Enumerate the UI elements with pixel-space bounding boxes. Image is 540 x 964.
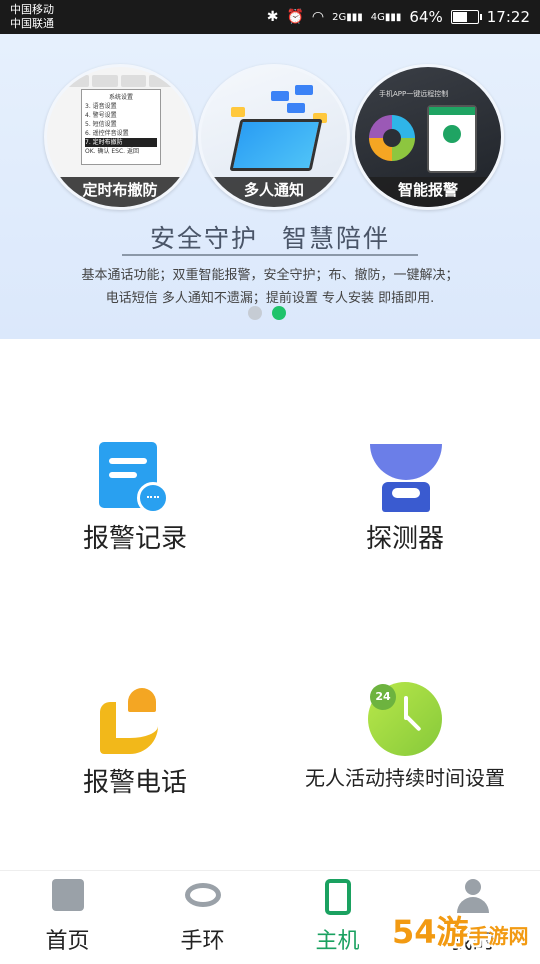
carrier-1: 中国移动 <box>10 3 54 16</box>
banner-description-1: 基本通话功能；双重智能报警，安全守护；布、撤防，一键解决； <box>81 268 459 283</box>
banner-circle-alarm[interactable]: 手机APP一键远程控制 智能报警 <box>352 64 504 210</box>
tile-label: 报警记录 <box>82 524 187 554</box>
app-tagline: 手机APP一键远程控制 <box>379 90 449 98</box>
network-4g-label: 4G <box>370 11 385 23</box>
message-icon <box>287 103 305 113</box>
document-chat-icon <box>99 442 169 514</box>
promo-banner[interactable]: 系统设置 3. 语音设置 4. 警号设置 5. 短信设置 6. 遥控伴音设置 7… <box>0 34 540 339</box>
nav-label: 首页 <box>45 929 90 954</box>
nav-wristband[interactable]: 手环 <box>135 871 270 961</box>
banner-description-2: 电话短信 多人通知不遗漏；提前设置 专人安装 即插即用. <box>105 291 435 306</box>
alarm-records-tile[interactable]: 报警记录 <box>0 420 270 620</box>
banner-slogan: 安全守护 智慧陪伴 <box>0 219 540 255</box>
keypad-graphic <box>63 75 175 87</box>
alarm-clock-icon: ⏰ <box>286 9 304 25</box>
detector-tile[interactable]: 探测器 <box>270 420 540 620</box>
banner-circle-schedule[interactable]: 系统设置 3. 语音设置 4. 警号设置 5. 短信设置 6. 遥控伴音设置 7… <box>44 64 196 210</box>
carousel-dot[interactable] <box>248 306 262 320</box>
slogan-left: 安全守护 <box>150 224 259 253</box>
site-watermark-logo: 54游手游网 <box>392 905 540 960</box>
menu-line: 5. 短信设置 <box>85 121 117 128</box>
nav-home[interactable]: 首页 <box>0 871 135 961</box>
watermark-sub: 手游网 <box>468 924 529 948</box>
wifi-icon: ◠ <box>311 9 325 25</box>
envelope-icon <box>231 107 245 117</box>
menu-line: 3. 语音设置 <box>85 103 117 110</box>
battery-icon <box>450 10 482 24</box>
phone-alarm-icon <box>100 688 160 754</box>
slogan-right: 智慧陪伴 <box>281 224 390 253</box>
bluetooth-icon: ✱ <box>266 9 279 25</box>
carousel-indicator <box>248 306 286 320</box>
carrier-2: 中国联通 <box>10 17 54 30</box>
phone-graphic <box>427 105 477 173</box>
clock: 17:22 <box>486 8 530 26</box>
battery-percent: 64% <box>409 8 443 26</box>
signal-icon: 2G▮▮▮ <box>332 11 363 23</box>
banner-caption: 多人通知 <box>201 177 347 207</box>
clock-24-icon: 24 <box>368 682 442 756</box>
tile-label: 无人活动持续时间设置 <box>305 766 505 790</box>
message-icon <box>295 85 313 95</box>
carousel-dot-active[interactable] <box>272 306 286 320</box>
alarm-phone-tile[interactable]: 报警电话 <box>0 660 270 860</box>
home-icon <box>51 879 84 911</box>
message-icon <box>271 91 289 101</box>
screen-footer: OK. 确认 ESC. 返回 <box>85 148 139 155</box>
nav-host[interactable]: 主机 <box>270 871 405 961</box>
host-device-icon <box>324 879 351 915</box>
function-wheel-graphic <box>369 115 415 161</box>
settings-screen-graphic: 系统设置 3. 语音设置 4. 警号设置 5. 短信设置 6. 遥控伴音设置 7… <box>81 89 161 165</box>
detector-icon <box>370 444 442 512</box>
menu-line: 4. 警号设置 <box>85 112 117 119</box>
wristband-icon <box>184 883 221 907</box>
watermark-text: 54游 <box>392 913 469 951</box>
screen-title: 系统设置 <box>108 94 133 101</box>
signal-icon: 4G▮▮▮ <box>370 11 402 23</box>
menu-line-selected: 7. 定时布撤防 <box>85 138 157 147</box>
network-2g-label: 2G <box>332 11 347 23</box>
carrier-info: 中国移动 中国联通 <box>10 3 54 31</box>
tile-label: 报警电话 <box>82 768 187 798</box>
banner-caption: 智能报警 <box>355 177 501 207</box>
status-bar: 中国移动 中国联通 ✱ ⏰ ◠ 2G▮▮▮ 4G▮▮▮ 64% 17:22 <box>0 0 540 34</box>
banner-caption: 定时布撤防 <box>47 177 193 207</box>
tablet-graphic <box>229 119 323 171</box>
status-icons: ✱ ⏰ ◠ 2G▮▮▮ 4G▮▮▮ 64% 17:22 <box>267 0 530 34</box>
tile-label: 探测器 <box>365 524 444 554</box>
menu-line: 6. 遥控伴音设置 <box>85 130 129 137</box>
battery-fill <box>452 12 467 22</box>
inactivity-duration-tile[interactable]: 24 无人活动持续时间设置 <box>270 660 540 860</box>
slogan-underline <box>122 254 418 256</box>
lock-icon <box>443 125 461 143</box>
banner-circle-notify[interactable]: 多人通知 <box>198 64 350 210</box>
nav-label: 主机 <box>315 929 360 954</box>
nav-label: 手环 <box>180 929 225 954</box>
